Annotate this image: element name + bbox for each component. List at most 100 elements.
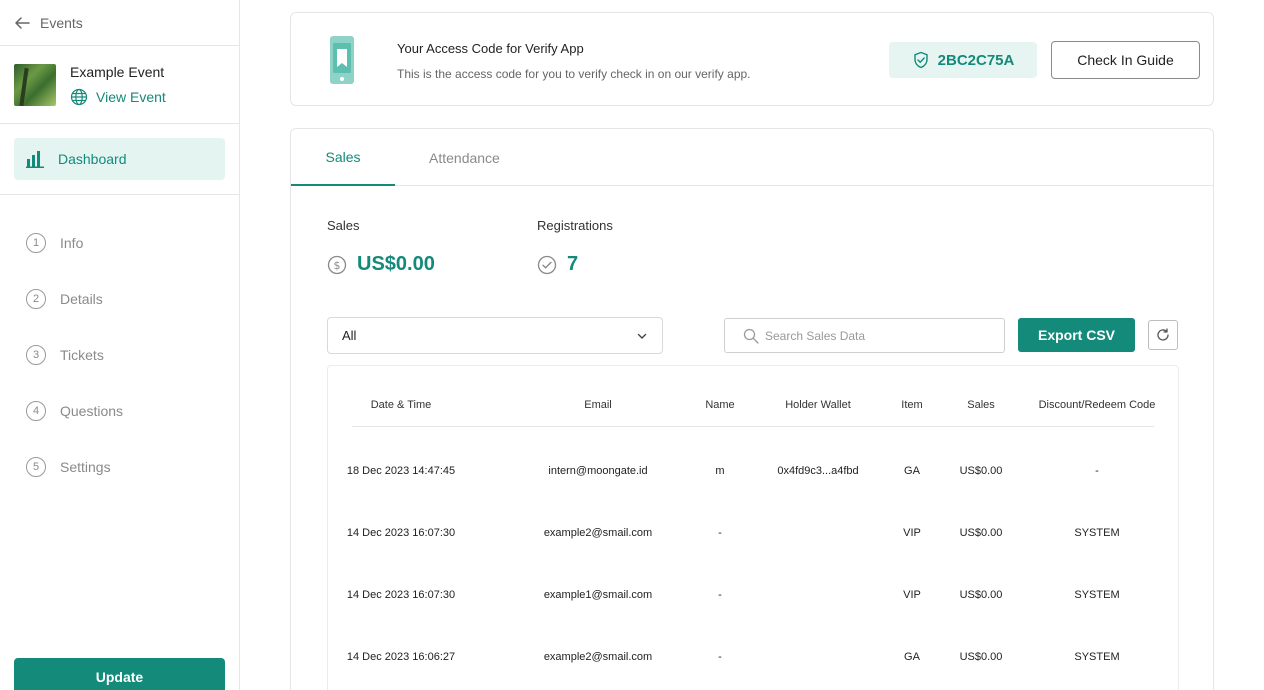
view-event-link[interactable]: View Event bbox=[70, 88, 166, 106]
cell-sales: US$0.00 bbox=[959, 651, 1003, 663]
step-number: 5 bbox=[26, 457, 46, 477]
cell-email: example1@smail.com bbox=[543, 589, 653, 601]
column-header-item: Item bbox=[901, 399, 923, 411]
cell-name: - bbox=[718, 589, 722, 601]
refresh-icon bbox=[1157, 328, 1169, 341]
update-button[interactable]: Update bbox=[14, 658, 225, 690]
table-row[interactable]: 14 Dec 2023 16:07:30 example1@smail.com … bbox=[347, 552, 1154, 614]
search-icon bbox=[743, 328, 759, 344]
access-code-value: 2BC2C75A bbox=[937, 51, 1015, 69]
column-header-name: Name bbox=[705, 399, 735, 411]
globe-icon bbox=[70, 88, 88, 105]
column-header-datetime: Date & Time bbox=[370, 399, 432, 411]
step-number: 2 bbox=[26, 289, 46, 309]
sales-stat-value: US$0.00 bbox=[357, 253, 435, 275]
shield-check-icon bbox=[913, 51, 928, 69]
sidebar-item-dashboard[interactable]: Dashboard bbox=[14, 138, 225, 180]
sidebar-item-label: Info bbox=[60, 235, 84, 251]
cell-sales: US$0.00 bbox=[959, 527, 1003, 539]
sales-stat: Sales $ US$0.00 bbox=[327, 218, 435, 276]
refresh-button[interactable] bbox=[1148, 320, 1178, 350]
tab-bar: Sales Attendance bbox=[291, 129, 1213, 186]
table-header-row: Date & Time Email Name Holder Wallet Ite… bbox=[352, 366, 1156, 427]
step-number: 3 bbox=[26, 345, 46, 365]
filter-selected-value: All bbox=[342, 328, 357, 343]
sidebar-item-tickets[interactable]: 3 Tickets bbox=[0, 327, 239, 383]
table-row[interactable]: 14 Dec 2023 16:06:27 example2@smail.com … bbox=[347, 614, 1154, 676]
tab-attendance[interactable]: Attendance bbox=[429, 129, 500, 186]
phone-ticket-icon bbox=[330, 36, 354, 84]
registrations-stat-label: Registrations bbox=[537, 218, 613, 233]
step-list: 1 Info 2 Details 3 Tickets 4 Questions 5… bbox=[0, 195, 239, 495]
sidebar-item-settings[interactable]: 5 Settings bbox=[0, 439, 239, 495]
cell-sales: US$0.00 bbox=[959, 589, 1003, 601]
access-code-badge: 2BC2C75A bbox=[889, 42, 1037, 78]
cell-name: - bbox=[718, 651, 722, 663]
cell-code: SYSTEM bbox=[1074, 651, 1120, 663]
sidebar-item-label: Settings bbox=[60, 459, 111, 475]
tab-sales[interactable]: Sales bbox=[291, 129, 395, 186]
step-number: 4 bbox=[26, 401, 46, 421]
sidebar: Events Example Event View Event Dashboar… bbox=[0, 0, 240, 690]
cell-code: SYSTEM bbox=[1074, 589, 1120, 601]
view-event-label: View Event bbox=[96, 88, 166, 105]
main-content: Your Access Code for Verify App This is … bbox=[240, 0, 1264, 690]
cell-code: SYSTEM bbox=[1074, 527, 1120, 539]
cell-datetime: 18 Dec 2023 14:47:45 bbox=[346, 465, 456, 477]
column-header-sales: Sales bbox=[967, 399, 995, 411]
cell-datetime: 14 Dec 2023 16:07:30 bbox=[346, 527, 456, 539]
sidebar-item-label: Details bbox=[60, 291, 103, 307]
cell-email: example2@smail.com bbox=[543, 651, 653, 663]
check-in-guide-button[interactable]: Check In Guide bbox=[1051, 41, 1200, 79]
sales-filter-select[interactable]: All bbox=[327, 317, 663, 354]
step-number: 1 bbox=[26, 233, 46, 253]
table-row[interactable]: 18 Dec 2023 14:47:45 intern@moongate.id … bbox=[347, 428, 1154, 490]
event-name: Example Event bbox=[70, 63, 165, 80]
registrations-stat-value: 7 bbox=[567, 253, 579, 275]
access-code-title: Your Access Code for Verify App bbox=[397, 41, 584, 56]
sidebar-item-details[interactable]: 2 Details bbox=[0, 271, 239, 327]
sales-card: Sales Attendance Sales $ US$0.00 Registr… bbox=[290, 128, 1214, 690]
check-circle-icon bbox=[537, 255, 557, 274]
cell-code: - bbox=[1095, 465, 1099, 477]
cell-item: VIP bbox=[903, 527, 921, 539]
cell-email: example2@smail.com bbox=[543, 527, 653, 539]
bar-chart-icon bbox=[26, 151, 44, 168]
table-row[interactable]: 14 Dec 2023 16:07:30 example2@smail.com … bbox=[347, 490, 1154, 552]
search-sales-box[interactable] bbox=[724, 318, 1005, 353]
cell-datetime: 14 Dec 2023 16:07:30 bbox=[346, 589, 456, 601]
sidebar-item-questions[interactable]: 4 Questions bbox=[0, 383, 239, 439]
export-csv-button[interactable]: Export CSV bbox=[1018, 318, 1135, 352]
cell-name: m bbox=[715, 465, 725, 477]
access-code-card: Your Access Code for Verify App This is … bbox=[290, 12, 1214, 106]
arrow-left-icon bbox=[15, 16, 30, 29]
column-header-wallet: Holder Wallet bbox=[785, 399, 851, 411]
cell-item: GA bbox=[904, 651, 920, 663]
registrations-stat: Registrations 7 bbox=[537, 218, 613, 276]
back-to-events-link[interactable]: Events bbox=[0, 0, 239, 46]
svg-text:$: $ bbox=[334, 259, 341, 272]
sidebar-item-label: Tickets bbox=[60, 347, 104, 363]
dollar-circle-icon: $ bbox=[327, 255, 347, 274]
app-root: Events Example Event View Event Dashboar… bbox=[0, 0, 1264, 690]
cell-item: VIP bbox=[903, 589, 921, 601]
chevron-down-icon bbox=[637, 333, 647, 339]
cell-sales: US$0.00 bbox=[959, 465, 1003, 477]
sales-stat-label: Sales bbox=[327, 218, 360, 233]
cell-name: - bbox=[718, 527, 722, 539]
column-header-email: Email bbox=[584, 399, 612, 411]
cell-email: intern@moongate.id bbox=[548, 465, 648, 477]
sidebar-item-label: Dashboard bbox=[58, 151, 127, 167]
back-label: Events bbox=[40, 14, 83, 31]
column-header-code: Discount/Redeem Code bbox=[1038, 399, 1156, 411]
event-summary: Example Event View Event bbox=[0, 46, 239, 124]
sidebar-item-label: Questions bbox=[60, 403, 124, 419]
sidebar-item-info[interactable]: 1 Info bbox=[0, 215, 239, 271]
access-code-subtitle: This is the access code for you to verif… bbox=[397, 67, 751, 81]
search-sales-input[interactable] bbox=[765, 328, 985, 343]
event-thumbnail bbox=[14, 63, 56, 106]
cell-datetime: 14 Dec 2023 16:06:27 bbox=[346, 651, 456, 663]
cell-wallet: 0x4fd9c3...a4fbd bbox=[777, 465, 859, 477]
sales-table: Date & Time Email Name Holder Wallet Ite… bbox=[327, 365, 1179, 690]
cell-item: GA bbox=[904, 465, 920, 477]
